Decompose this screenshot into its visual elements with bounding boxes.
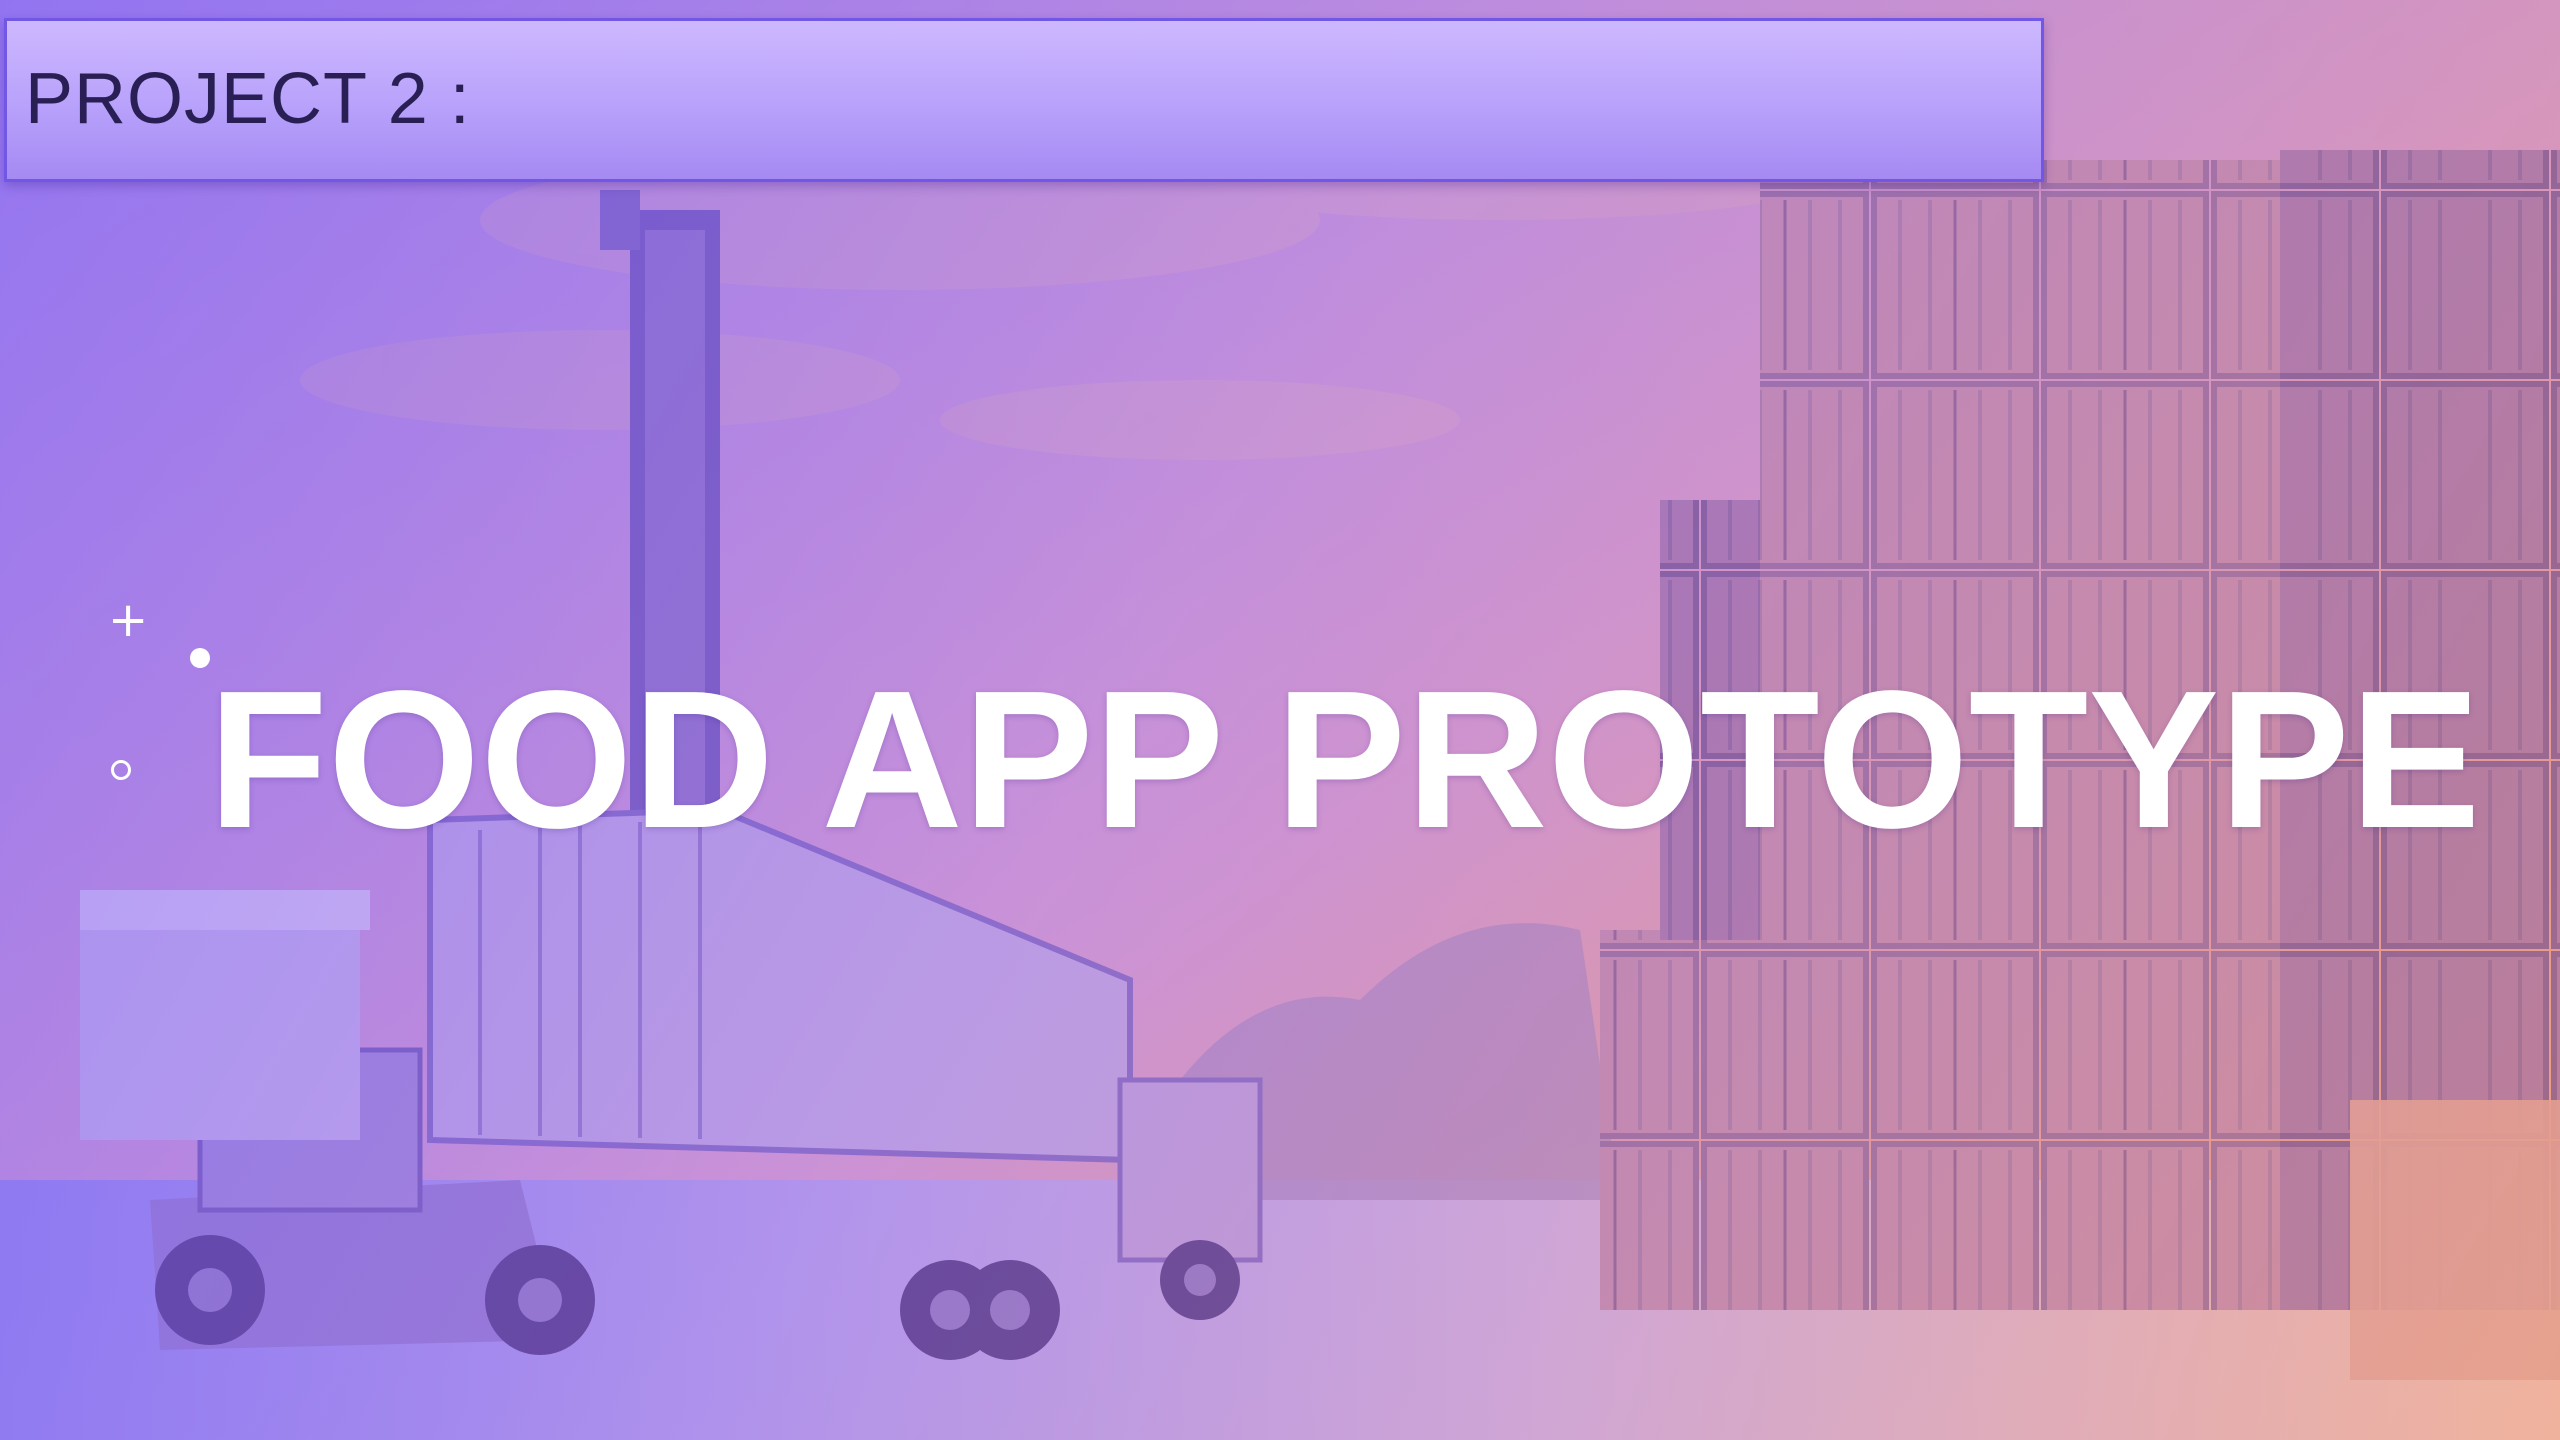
dot-icon xyxy=(190,648,210,668)
plus-decoration-icon: + xyxy=(108,592,149,648)
slide-heading: FOOD APP PROTOTYPE xyxy=(208,650,2481,869)
project-title-bar: PROJECT 2 : xyxy=(4,18,2044,182)
ring-icon xyxy=(111,760,131,780)
project-label: PROJECT 2 : xyxy=(25,59,471,139)
presentation-slide: PROJECT 2 : + FOOD APP PROTOTYPE xyxy=(0,0,2560,1440)
